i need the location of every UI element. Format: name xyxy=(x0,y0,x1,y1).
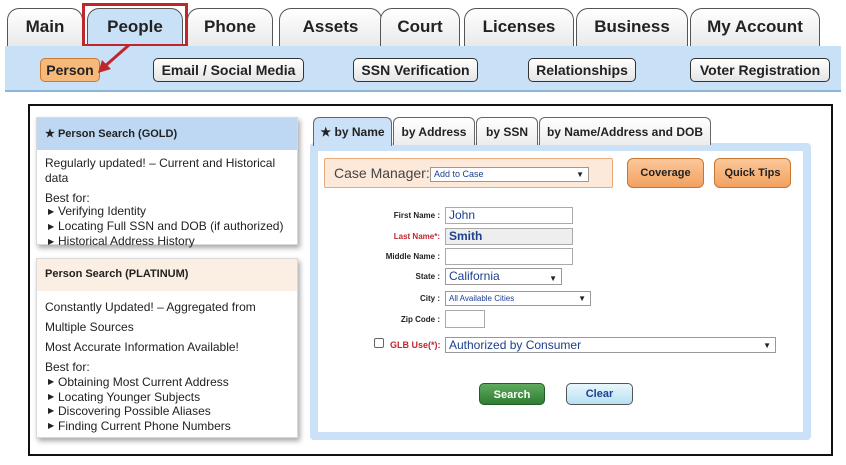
city-select[interactable]: All Available Cities ▼ xyxy=(445,291,591,306)
star-icon: ★ xyxy=(45,128,55,140)
arrow-icon xyxy=(98,43,130,73)
city-label: City : xyxy=(420,294,440,303)
subtab-relationships[interactable]: Relationships xyxy=(528,58,636,82)
tab-court[interactable]: Court xyxy=(380,8,460,46)
tab-main[interactable]: Main xyxy=(7,8,83,46)
chevron-down-icon: ▼ xyxy=(578,294,586,303)
gold-bullet: Historical Address History xyxy=(45,234,289,249)
state-label: State : xyxy=(415,272,440,281)
subtab-email-social[interactable]: Email / Social Media xyxy=(153,58,304,82)
last-name-field[interactable]: Smith xyxy=(445,228,573,245)
subtab-voter-registration[interactable]: Voter Registration xyxy=(690,58,830,82)
case-manager-value: Add to Case xyxy=(434,169,484,179)
people-tab-highlight xyxy=(82,3,188,47)
state-select[interactable]: California ▼ xyxy=(445,268,562,285)
tab-assets[interactable]: Assets xyxy=(279,8,382,46)
glb-value: Authorized by Consumer xyxy=(449,338,582,352)
platinum-card-desc2: Most Accurate Information Available! xyxy=(45,340,239,354)
clear-button[interactable]: Clear xyxy=(566,383,633,405)
platinum-bullet: Finding Current Phone Numbers xyxy=(45,419,289,434)
glb-checkbox[interactable] xyxy=(374,338,384,348)
case-manager-select[interactable]: Add to Case ▼ xyxy=(430,167,589,182)
platinum-card-desc: Constantly Updated! – Aggregated from Mu… xyxy=(45,300,256,334)
star-icon: ★ xyxy=(320,125,332,139)
zip-label: Zip Code : xyxy=(400,315,440,324)
tab-my-account[interactable]: My Account xyxy=(690,8,820,46)
city-value: All Available Cities xyxy=(449,294,515,303)
coverage-button[interactable]: Coverage xyxy=(627,158,704,188)
quick-tips-button[interactable]: Quick Tips xyxy=(714,158,791,188)
tab-by-ssn[interactable]: by SSN xyxy=(476,117,538,145)
tab-by-address[interactable]: by Address xyxy=(393,117,475,145)
zip-field[interactable] xyxy=(445,310,485,328)
gold-card-desc: Regularly updated! – Current and Histori… xyxy=(45,156,276,185)
case-manager-label: Case Manager: xyxy=(334,165,430,181)
platinum-bullet: Obtaining Most Current Address xyxy=(45,375,289,390)
platinum-card-header: Person Search (PLATINUM) xyxy=(37,259,297,291)
platinum-bullet: Locating Younger Subjects xyxy=(45,390,289,405)
gold-bullet: Verifying Identity xyxy=(45,204,289,219)
last-name-label: Last Name*: xyxy=(393,232,440,241)
case-manager-box: Case Manager: Add to Case ▼ xyxy=(324,158,613,188)
state-value: California xyxy=(449,269,500,283)
chevron-down-icon: ▼ xyxy=(576,170,584,179)
chevron-down-icon: ▼ xyxy=(549,274,557,283)
first-name-label: First Name : xyxy=(393,211,440,220)
tab-business[interactable]: Business xyxy=(576,8,688,46)
platinum-card[interactable]: Person Search (PLATINUM) Constantly Upda… xyxy=(36,258,298,438)
search-button[interactable]: Search xyxy=(479,383,545,405)
chevron-down-icon: ▼ xyxy=(763,341,771,350)
glb-label: GLB Use(*): xyxy=(390,340,441,350)
platinum-bullet: Discovering Possible Aliases xyxy=(45,404,289,419)
middle-name-field[interactable] xyxy=(445,248,573,265)
tab-by-name-label: by Name xyxy=(334,125,385,139)
middle-name-label: Middle Name : xyxy=(385,252,440,261)
subtab-ssn-verification[interactable]: SSN Verification xyxy=(353,58,478,82)
platinum-best-for: Best for: xyxy=(45,360,90,374)
glb-select[interactable]: Authorized by Consumer ▼ xyxy=(445,337,776,353)
platinum-card-title: Person Search (PLATINUM) xyxy=(45,268,189,280)
tab-by-name-address-dob[interactable]: by Name/Address and DOB xyxy=(539,117,711,145)
gold-card[interactable]: ★ Person Search (GOLD) Regularly updated… xyxy=(36,117,298,249)
tab-by-name[interactable]: ★ by Name xyxy=(313,117,392,146)
subtab-person[interactable]: Person xyxy=(40,58,100,82)
gold-bullet: Locating Full SSN and DOB (if authorized… xyxy=(45,219,289,234)
gold-card-header: ★ Person Search (GOLD) xyxy=(37,118,297,150)
gold-card-title: Person Search (GOLD) xyxy=(57,128,178,140)
tab-licenses[interactable]: Licenses xyxy=(464,8,574,46)
tab-phone[interactable]: Phone xyxy=(187,8,273,46)
first-name-field[interactable]: John xyxy=(445,207,573,224)
